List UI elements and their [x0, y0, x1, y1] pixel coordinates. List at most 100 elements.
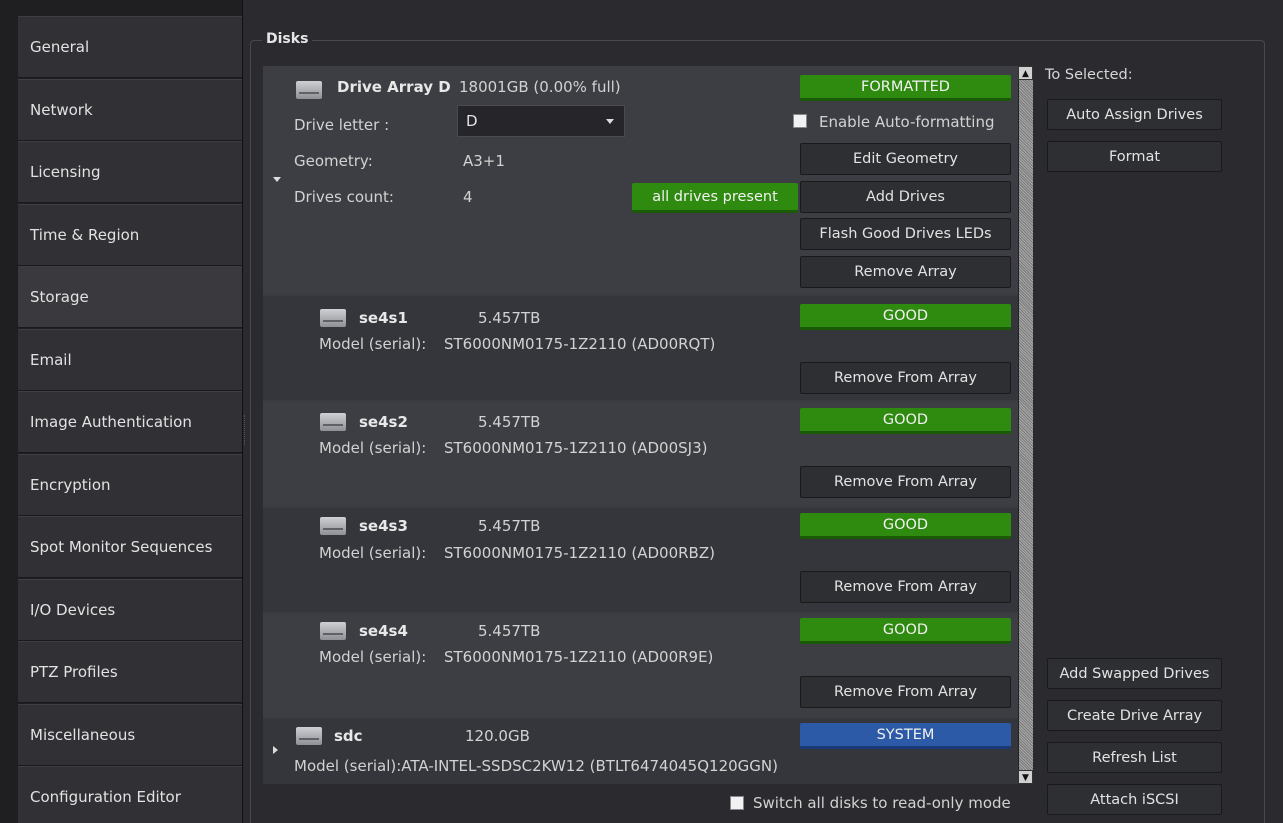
drive-letter-value: D	[466, 112, 478, 130]
sidebar-item-general[interactable]: General	[18, 16, 242, 78]
sidebar-splitter-handle[interactable]	[244, 415, 247, 445]
expand-arrow-icon[interactable]	[273, 746, 278, 754]
remove-array-button[interactable]: Remove Array	[800, 256, 1011, 288]
sidebar-item-label: Image Authentication	[30, 413, 192, 431]
good-status-label: GOOD	[882, 307, 929, 324]
read-only-checkbox[interactable]	[730, 796, 744, 810]
drive-model: ST6000NM0175-1Z2110 (AD00SJ3)	[444, 439, 708, 457]
edit-geometry-button[interactable]: Edit Geometry	[800, 143, 1011, 175]
sidebar-item-configuration-editor[interactable]: Configuration Editor	[18, 766, 242, 823]
sidebar-item-encryption[interactable]: Encryption	[18, 454, 242, 516]
read-only-label: Switch all disks to read-only mode	[753, 794, 1011, 812]
drive-size: 5.457TB	[478, 622, 541, 640]
auto-assign-drives-button[interactable]: Auto Assign Drives	[1047, 99, 1222, 130]
disk-list: Drive Array D 18001GB (0.00% full) Drive…	[263, 66, 1018, 784]
drives-present-label: all drives present	[652, 188, 778, 205]
good-status-badge: GOOD	[800, 513, 1011, 539]
remove-from-array-label: Remove From Array	[833, 370, 978, 386]
sidebar-item-io-devices[interactable]: I/O Devices	[18, 579, 242, 641]
sidebar-item-storage[interactable]: Storage	[18, 266, 242, 328]
system-disk-name: sdc	[334, 727, 363, 745]
add-drives-button[interactable]: Add Drives	[800, 181, 1011, 213]
drives-count-value: 4	[463, 188, 473, 206]
array-info: 18001GB (0.00% full)	[459, 78, 621, 96]
system-status-badge: SYSTEM	[800, 723, 1011, 749]
array-name: Drive Array D	[337, 78, 451, 96]
add-swapped-drives-label: Add Swapped Drives	[1059, 665, 1210, 682]
system-disk-size: 120.0GB	[465, 727, 530, 745]
drive-size: 5.457TB	[478, 309, 541, 327]
drives-count-label: Drives count:	[294, 188, 394, 206]
drive-size: 5.457TB	[478, 517, 541, 535]
remove-from-array-button[interactable]: Remove From Array	[800, 676, 1011, 708]
geometry-value: A3+1	[463, 152, 505, 170]
drive-size: 5.457TB	[478, 413, 541, 431]
collapse-arrow-icon[interactable]	[273, 177, 281, 182]
auto-format-checkbox[interactable]	[793, 114, 807, 128]
drive-array-icon	[296, 79, 322, 101]
hard-drive-icon	[320, 515, 346, 537]
drive-model-label: Model (serial):	[319, 439, 427, 457]
format-label: Format	[1108, 148, 1161, 165]
good-status-badge: GOOD	[800, 304, 1011, 330]
sidebar-item-label: PTZ Profiles	[30, 663, 118, 681]
attach-iscsi-label: Attach iSCSI	[1090, 791, 1179, 808]
sidebar-item-label: Licensing	[30, 163, 101, 181]
sidebar-item-label: General	[30, 38, 90, 56]
good-status-label: GOOD	[882, 411, 929, 428]
drive-model-label: Model (serial):	[319, 544, 427, 562]
edit-geometry-label: Edit Geometry	[853, 151, 958, 167]
chevron-down-icon	[606, 119, 614, 124]
refresh-list-button[interactable]: Refresh List	[1047, 742, 1222, 773]
sidebar-item-label: Encryption	[30, 476, 111, 494]
attach-iscsi-button[interactable]: Attach iSCSI	[1047, 784, 1222, 815]
sidebar-item-ptz-profiles[interactable]: PTZ Profiles	[18, 641, 242, 703]
sidebar-item-licensing[interactable]: Licensing	[18, 141, 242, 203]
good-status-label: GOOD	[882, 621, 929, 638]
hard-drive-icon	[296, 725, 322, 747]
disk-list-scrollbar[interactable]	[1018, 66, 1033, 784]
system-disk-model: Model (serial):ATA-INTEL-SSDSC2KW12 (BTL…	[294, 757, 778, 775]
create-drive-array-button[interactable]: Create Drive Array	[1047, 700, 1222, 731]
drive-model: ST6000NM0175-1Z2110 (AD00RBZ)	[444, 544, 715, 562]
add-drives-label: Add Drives	[866, 189, 945, 205]
geometry-label: Geometry:	[294, 152, 373, 170]
format-button[interactable]: Format	[1047, 141, 1222, 172]
drive-model-label: Model (serial):	[319, 648, 427, 666]
sidebar-item-label: Miscellaneous	[30, 726, 136, 744]
hard-drive-icon	[320, 307, 346, 329]
scroll-up-arrow-icon[interactable]: ▲	[1018, 66, 1033, 80]
drive-name: se4s1	[359, 309, 408, 327]
create-drive-array-label: Create Drive Array	[1066, 707, 1203, 724]
flash-leds-button[interactable]: Flash Good Drives LEDs	[800, 218, 1011, 250]
remove-from-array-button[interactable]: Remove From Array	[800, 571, 1011, 603]
drive-name: se4s4	[359, 622, 408, 640]
remove-from-array-label: Remove From Array	[833, 579, 978, 595]
drive-model-label: Model (serial):	[319, 335, 427, 353]
to-selected-label: To Selected:	[1045, 67, 1133, 83]
remove-from-array-button[interactable]: Remove From Array	[800, 362, 1011, 394]
drives-present-badge: all drives present	[632, 183, 798, 213]
sidebar-item-time-region[interactable]: Time & Region	[18, 204, 242, 266]
sidebar-item-email[interactable]: Email	[18, 329, 242, 391]
sidebar-item-network[interactable]: Network	[18, 79, 242, 141]
settings-sidebar: General Network Licensing Time & Region …	[0, 0, 243, 823]
sidebar-item-image-authentication[interactable]: Image Authentication	[18, 391, 242, 453]
formatted-status-badge: FORMATTED	[800, 75, 1011, 101]
drive-model: ST6000NM0175-1Z2110 (AD00RQT)	[444, 335, 716, 353]
remove-array-label: Remove Array	[854, 264, 957, 280]
sidebar-item-label: Storage	[30, 288, 89, 306]
remove-from-array-label: Remove From Array	[833, 474, 978, 490]
drive-name: se4s3	[359, 517, 408, 535]
add-swapped-drives-button[interactable]: Add Swapped Drives	[1047, 658, 1222, 689]
good-status-badge: GOOD	[800, 618, 1011, 644]
sidebar-item-spot-monitor-sequences[interactable]: Spot Monitor Sequences	[18, 516, 242, 578]
remove-from-array-button[interactable]: Remove From Array	[800, 466, 1011, 498]
sidebar-item-label: I/O Devices	[30, 601, 116, 619]
good-status-badge: GOOD	[800, 408, 1011, 434]
sidebar-item-label: Network	[30, 101, 93, 119]
scroll-down-arrow-icon[interactable]: ▼	[1018, 770, 1033, 784]
sidebar-item-miscellaneous[interactable]: Miscellaneous	[18, 704, 242, 766]
drive-letter-select[interactable]: D	[457, 105, 625, 137]
auto-assign-drives-label: Auto Assign Drives	[1066, 106, 1203, 123]
